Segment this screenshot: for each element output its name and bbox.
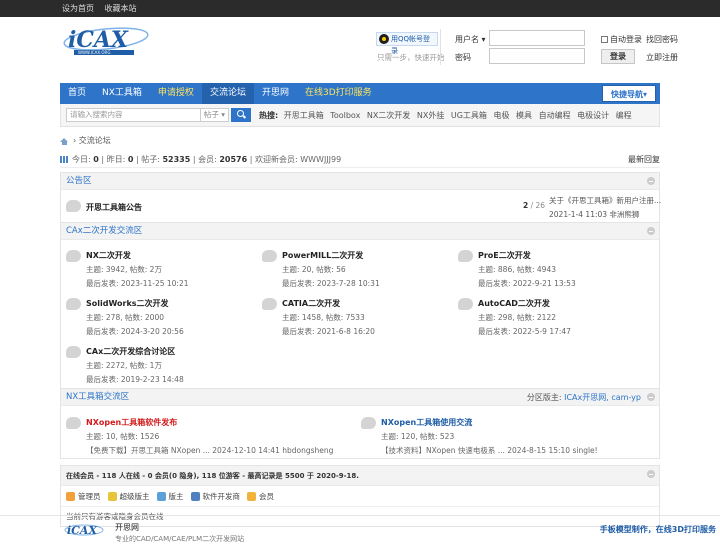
super-moderator-icon xyxy=(107,491,117,501)
announce-last-post: 关于《开思工具箱》新用户注册... 2021-1-4 11:03 非洲熊狮 xyxy=(549,196,662,219)
forum-item: PowerMILL二次开发 主题: 20, 帖数: 56 最后发表: 2023-… xyxy=(282,251,380,288)
forum-icon xyxy=(66,417,81,429)
newest-member-link[interactable]: WWWJJJ99 xyxy=(300,152,341,168)
hot-item[interactable]: 电极设计 xyxy=(577,111,609,120)
search-icon xyxy=(237,110,244,117)
hot-item[interactable]: NX二次开发 xyxy=(367,111,410,120)
moderators: 分区版主: ICAx开思网, cam-yp xyxy=(526,393,641,402)
nav-nx-toolbox[interactable]: NX工具箱 xyxy=(94,83,150,104)
latest-reply-link[interactable]: 最新回复 xyxy=(628,152,660,168)
forum-stats: 今日: 0 | 昨日: 0 | 帖子: 52335 | 会员: 20576 | … xyxy=(60,152,660,168)
member-legend: 管理员 超级版主 版主 软件开发商 会员 xyxy=(61,486,659,507)
bookmark-link[interactable]: 收藏本站 xyxy=(105,4,137,13)
hot-item[interactable]: 模具 xyxy=(516,111,532,120)
moderator-icon xyxy=(156,491,166,501)
forum-item: ProE二次开发 主题: 886, 帖数: 4943 最后发表: 2022-9-… xyxy=(478,251,576,288)
search-bar: 请输入搜索内容 帖子 ▾ 热搜: 开思工具箱 Toolbox NX二次开发 NX… xyxy=(60,104,660,127)
quick-nav-button[interactable]: 快捷导航▾ xyxy=(602,85,656,102)
forum-icon xyxy=(262,298,277,310)
login-button[interactable]: 登录 xyxy=(601,49,635,64)
forum-item: CAx二次开发综合讨论区 主题: 2272, 帖数: 1万 最后发表: 2019… xyxy=(86,347,184,384)
breadcrumb: › 交流论坛 xyxy=(60,133,660,149)
announce-count: 2 / 26 xyxy=(523,201,546,210)
forum-item: NXopen工具箱软件发布 主题: 10, 帖数: 1526 【免费下载】开思工… xyxy=(86,418,334,455)
hot-item[interactable]: Toolbox xyxy=(330,111,360,120)
set-home-link[interactable]: 设为首页 xyxy=(62,4,94,13)
category-nx-toolbox: NX工具箱交流区 分区版主: ICAx开思网, cam-yp NXopen工具箱… xyxy=(60,389,660,459)
category-title[interactable]: 公告区 xyxy=(66,176,92,186)
forum-icon xyxy=(66,250,81,262)
forum-icon xyxy=(66,200,81,212)
category-title[interactable]: NX工具箱交流区 xyxy=(66,392,129,402)
forum-icon xyxy=(66,346,81,358)
collapse-icon[interactable] xyxy=(647,393,655,401)
qq-icon xyxy=(379,34,389,44)
register-link[interactable]: 立即注册 xyxy=(646,52,678,63)
checkbox-icon xyxy=(601,36,608,43)
footer-logo[interactable]: iCAX xyxy=(64,522,104,538)
admin-icon xyxy=(66,491,75,501)
svg-text:iCAX: iCAX xyxy=(67,524,97,537)
hot-item[interactable]: 开思工具箱 xyxy=(284,111,324,120)
login-box: 用户名 ▾ 自动登录 找回密码 密码 登录 立即注册 xyxy=(440,29,678,65)
developer-icon xyxy=(190,491,200,501)
auto-login-checkbox[interactable]: 自动登录 xyxy=(601,34,642,45)
home-icon[interactable] xyxy=(60,137,68,145)
forum-item: NXopen工具箱使用交流 主题: 120, 帖数: 523 【技术资料】NXo… xyxy=(381,418,598,455)
main-nav: 首页 NX工具箱 申请授权 交流论坛 开思网 在线3D打印服务 快捷导航▾ xyxy=(60,83,660,104)
footer-site-name: 开思网 xyxy=(115,523,139,532)
username-input[interactable] xyxy=(489,30,585,46)
forum-icon xyxy=(66,298,81,310)
forgot-password-link[interactable]: 找回密码 xyxy=(646,34,678,45)
dropdown-icon: ▾ xyxy=(479,35,486,44)
forum-item: SolidWorks二次开发 主题: 278, 帖数: 2000 最后发表: 2… xyxy=(86,299,184,336)
password-label: 密码 xyxy=(455,53,471,62)
search-input[interactable]: 请输入搜索内容 xyxy=(66,108,201,122)
footer-3d-print-link[interactable]: 手板模型制作，在线3D打印服务 xyxy=(600,524,716,535)
hot-item[interactable]: UG工具箱 xyxy=(451,111,487,120)
category-title[interactable]: CAx二次开发交流区 xyxy=(66,226,142,236)
top-bar: 设为首页 收藏本站 xyxy=(0,0,720,17)
category-cax: CAx二次开发交流区 NX二次开发 主题: 3942, 帖数: 2万 最后发表:… xyxy=(60,223,660,389)
footer: iCAX 开思网 专业的CAD/CAM/CAE/PLM二次开发网站 手板模型制作… xyxy=(0,515,720,543)
nav-icax[interactable]: 开思网 xyxy=(254,83,297,104)
hot-item[interactable]: 电极 xyxy=(493,111,509,120)
stats-icon xyxy=(60,156,68,163)
forum-title[interactable]: 开思工具箱公告 xyxy=(86,202,142,213)
nav-forum[interactable]: 交流论坛 xyxy=(201,83,254,104)
chevron-down-icon: ▾ xyxy=(642,90,647,99)
icax-logo[interactable]: iCAX WWW.ICAX.ORG xyxy=(62,23,152,57)
qq-login-button[interactable]: 用QQ帐号登录 xyxy=(376,32,438,55)
nav-3d-print[interactable]: 在线3D打印服务 xyxy=(297,83,380,104)
forum-icon xyxy=(361,417,376,429)
collapse-icon[interactable] xyxy=(647,177,655,185)
hot-item[interactable]: 编程 xyxy=(616,111,632,120)
forum-item: CATIA二次开发 主题: 1458, 帖数: 7533 最后发表: 2021-… xyxy=(282,299,375,336)
nav-apply-license[interactable]: 申请授权 xyxy=(150,83,202,104)
svg-text:WWW.ICAX.ORG: WWW.ICAX.ORG xyxy=(78,50,110,55)
svg-text:iCAX: iCAX xyxy=(68,27,129,53)
forum-icon xyxy=(458,250,473,262)
hot-item[interactable]: 自动编程 xyxy=(539,111,571,120)
password-input[interactable] xyxy=(489,48,585,64)
username-label[interactable]: 用户名 ▾ xyxy=(455,34,486,45)
hot-search: 热搜: 开思工具箱 Toolbox NX二次开发 NX外挂 UG工具箱 电极 模… xyxy=(259,110,632,120)
member-icon xyxy=(247,491,256,501)
footer-subtitle: 专业的CAD/CAM/CAE/PLM二次开发网站 xyxy=(115,535,245,543)
collapse-icon[interactable] xyxy=(647,227,655,235)
forum-icon xyxy=(262,250,277,262)
breadcrumb-current[interactable]: 交流论坛 xyxy=(79,133,111,149)
online-header: 在线会员 - 118 人在线 - 0 会员(0 隐身), 118 位游客 - 最… xyxy=(66,472,359,480)
nav-home[interactable]: 首页 xyxy=(60,83,94,104)
hot-item[interactable]: NX外挂 xyxy=(417,111,444,120)
header: iCAX WWW.ICAX.ORG 用QQ帐号登录 只需一步，快速开始 用户名 … xyxy=(60,17,678,65)
forum-icon xyxy=(458,298,473,310)
category-announce: 公告区 开思工具箱公告 2 / 26 关于《开思工具箱》新用户注册... 202… xyxy=(60,172,662,223)
search-button[interactable] xyxy=(231,108,251,122)
collapse-icon[interactable] xyxy=(647,470,655,478)
search-type-select[interactable]: 帖子 ▾ xyxy=(201,108,229,122)
forum-item: AutoCAD二次开发 主题: 298, 帖数: 2122 最后发表: 2022… xyxy=(478,299,571,336)
forum-item: NX二次开发 主题: 3942, 帖数: 2万 最后发表: 2023-11-25… xyxy=(86,251,189,288)
qq-tip: 只需一步，快速开始 xyxy=(377,53,445,62)
